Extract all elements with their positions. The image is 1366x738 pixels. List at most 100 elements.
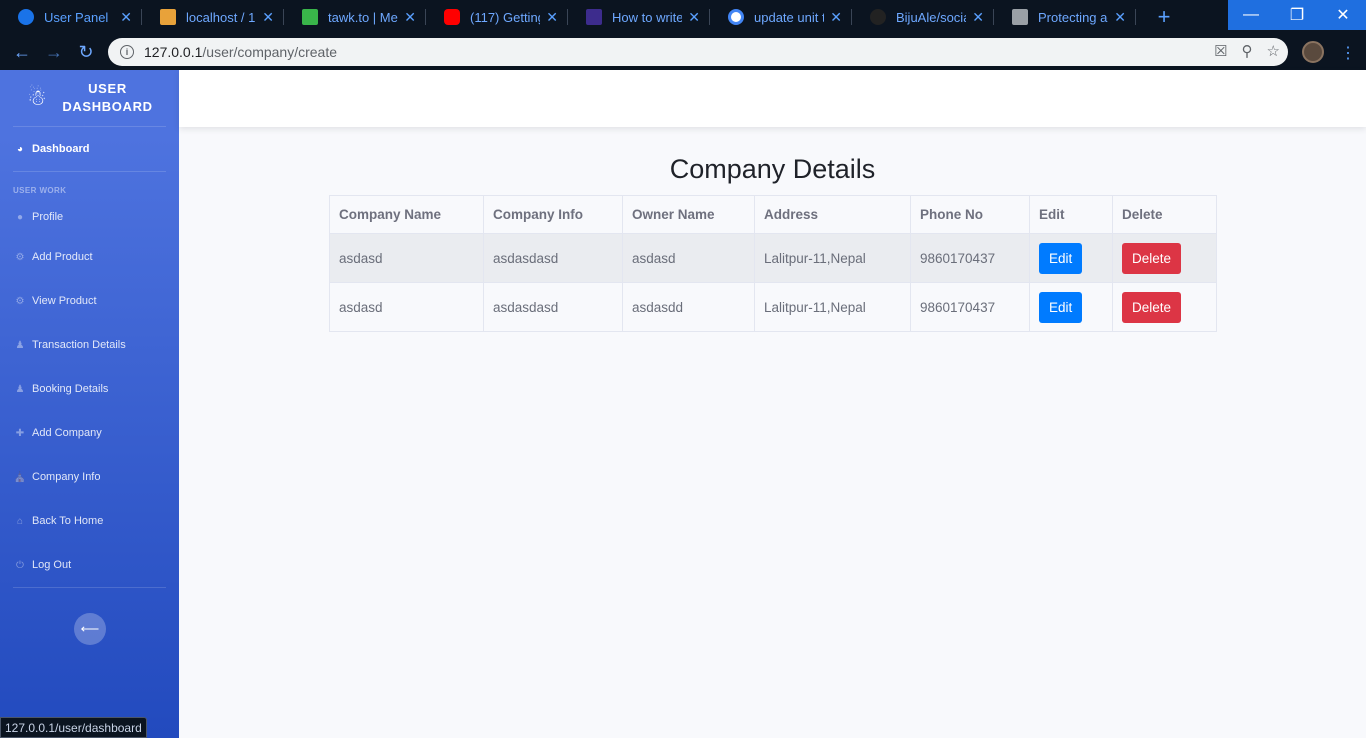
sidebar-item-label: Booking Details [32, 383, 109, 395]
browser-tab[interactable]: (117) Getting S ✕ [426, 0, 568, 34]
arrow-icon [1012, 9, 1028, 25]
restore-button[interactable]: ❐ [1274, 0, 1320, 30]
profile-avatar[interactable] [1302, 41, 1324, 63]
edit-button[interactable]: Edit [1039, 291, 1083, 323]
cell-delete: Delete [1112, 233, 1217, 283]
sidebar-item-label: View Product [32, 295, 97, 307]
close-icon[interactable]: ✕ [262, 9, 274, 26]
cell-delete: Delete [1112, 282, 1217, 332]
delete-button[interactable]: Delete [1122, 242, 1182, 274]
blocked-icon[interactable]: ☒ [1214, 42, 1227, 60]
close-icon[interactable]: ✕ [688, 9, 700, 26]
url-host: 127.0.0.1 [144, 44, 203, 60]
column-header: Address [754, 195, 911, 234]
minimize-button[interactable]: — [1228, 0, 1274, 30]
google-icon [728, 9, 744, 25]
new-tab-button[interactable]: + [1150, 4, 1178, 30]
zoom-icon[interactable]: ⚲ [1242, 42, 1253, 60]
reload-icon[interactable]: ↻ [70, 42, 102, 63]
cell-company-name: asdasd [329, 233, 484, 283]
tab-label: tawk.to | Mess [328, 9, 398, 25]
browser-tab[interactable]: update unit te ✕ [710, 0, 852, 34]
close-icon[interactable]: ✕ [830, 9, 842, 26]
column-header: Company Info [483, 195, 623, 234]
edit-button[interactable]: Edit [1039, 242, 1083, 274]
sidebar-item-company-info[interactable]: ⛪ Company Info [0, 455, 179, 499]
divider [13, 587, 166, 588]
close-icon[interactable]: ✕ [120, 9, 132, 26]
star-icon[interactable]: ☆ [1267, 42, 1280, 60]
column-header: Delete [1112, 195, 1217, 234]
sidebar-item-label: Add Product [32, 251, 93, 263]
sidebar-item-booking-details[interactable]: ♟ Booking Details [0, 367, 179, 411]
sidebar-item-transaction-details[interactable]: ♟ Transaction Details [0, 323, 179, 367]
spy-icon: ☃ [27, 85, 47, 110]
back-icon[interactable]: ← [6, 42, 38, 63]
sidebar-item-add-company[interactable]: ✚ Add Company [0, 411, 179, 455]
user-icon: ♟ [15, 339, 25, 351]
window-close-button[interactable]: ✕ [1320, 0, 1366, 30]
close-icon[interactable]: ✕ [972, 9, 984, 26]
phpmyadmin-icon [160, 9, 176, 25]
youtube-icon [444, 9, 460, 25]
cell-company-name: asdasd [329, 282, 484, 332]
close-icon[interactable]: ✕ [404, 9, 416, 26]
user-icon: ♟ [15, 383, 25, 395]
sidebar-brand[interactable]: ☃ USER DASHBOARD [13, 70, 166, 127]
cog-icon: ⚙ [15, 251, 25, 263]
browser-tab[interactable]: Protecting adm ✕ [994, 0, 1136, 34]
cell-phone: 9860170437 [910, 233, 1030, 283]
bank-icon: ⛪ [13, 471, 27, 483]
browser-tab[interactable]: tawk.to | Mess ✕ [284, 0, 426, 34]
sidebar-item-profile[interactable]: ● Profile [0, 199, 179, 235]
cell-edit: Edit [1029, 282, 1113, 332]
url-path: /user/company/create [202, 44, 338, 60]
sidebar-item-label: Dashboard [32, 143, 90, 155]
github-icon [870, 9, 886, 25]
power-icon: ⏻ [16, 559, 24, 571]
sidebar-item-label: Company Info [32, 471, 101, 483]
browser-tab[interactable]: BijuAle/social_ ✕ [852, 0, 994, 34]
sidebar-toggle-button[interactable]: ⟵ [74, 613, 106, 645]
close-icon[interactable]: ✕ [546, 9, 558, 26]
column-header: Edit [1029, 195, 1113, 234]
status-bar: 127.0.0.1/user/dashboard [0, 717, 147, 738]
menu-icon[interactable]: ⋮ [1340, 43, 1356, 63]
sidebar-heading: USER WORK [13, 186, 67, 195]
sidebar-item-label: Add Company [32, 427, 102, 439]
sidebar-item-log-out[interactable]: ⏻ Log Out [0, 543, 179, 587]
sidebar-item-label: Log Out [32, 559, 72, 571]
browser-tab[interactable]: How to write te ✕ [568, 0, 710, 34]
sidebar-item-back-to-home[interactable]: ⌂ Back To Home [0, 499, 179, 543]
forward-icon[interactable]: → [38, 42, 70, 63]
close-icon[interactable]: ✕ [1114, 9, 1126, 26]
sidebar-item-add-product[interactable]: ⚙ Add Product [0, 235, 179, 279]
cell-company-info: asdasdasd [483, 282, 623, 332]
arrow-left-icon: ⟵ [80, 621, 100, 636]
table-header-row: Company Name Company Info Owner Name Add… [329, 195, 1217, 234]
browser-tab-bar: User Panel ✕ localhost / 127 ✕ tawk.to |… [0, 0, 1366, 34]
tab-label: localhost / 127 [186, 9, 256, 25]
tab-label: Protecting adm [1038, 9, 1108, 25]
sidebar-item-view-product[interactable]: ⚙ View Product [0, 279, 179, 323]
table-row: asdasd asdasdasd asdasd Lalitpur-11,Nepa… [329, 233, 1217, 283]
column-header: Company Name [329, 195, 484, 234]
address-bar[interactable]: i 127.0.0.1/user/company/create ☒ ⚲ ☆ [108, 38, 1288, 66]
tachometer-icon: ◕ [16, 143, 24, 155]
company-table: Company Name Company Info Owner Name Add… [329, 195, 1217, 332]
cell-edit: Edit [1029, 233, 1113, 283]
info-icon[interactable]: i [120, 45, 134, 59]
table-row: asdasd asdasdasd asdasdd Lalitpur-11,Nep… [329, 282, 1217, 332]
browser-tab[interactable]: User Panel ✕ [0, 0, 142, 34]
tab-label: (117) Getting S [470, 9, 540, 25]
tab-label: update unit te [754, 9, 825, 25]
column-header: Phone No [910, 195, 1030, 234]
browser-tab[interactable]: localhost / 127 ✕ [142, 0, 284, 34]
tab-label: How to write te [612, 9, 683, 25]
column-header: Owner Name [622, 195, 755, 234]
cell-address: Lalitpur-11,Nepal [754, 282, 911, 332]
delete-button[interactable]: Delete [1122, 291, 1182, 323]
home-icon: ⌂ [16, 515, 24, 527]
sidebar-item-dashboard[interactable]: ◕ Dashboard [0, 127, 179, 171]
cell-company-info: asdasdasd [483, 233, 623, 283]
